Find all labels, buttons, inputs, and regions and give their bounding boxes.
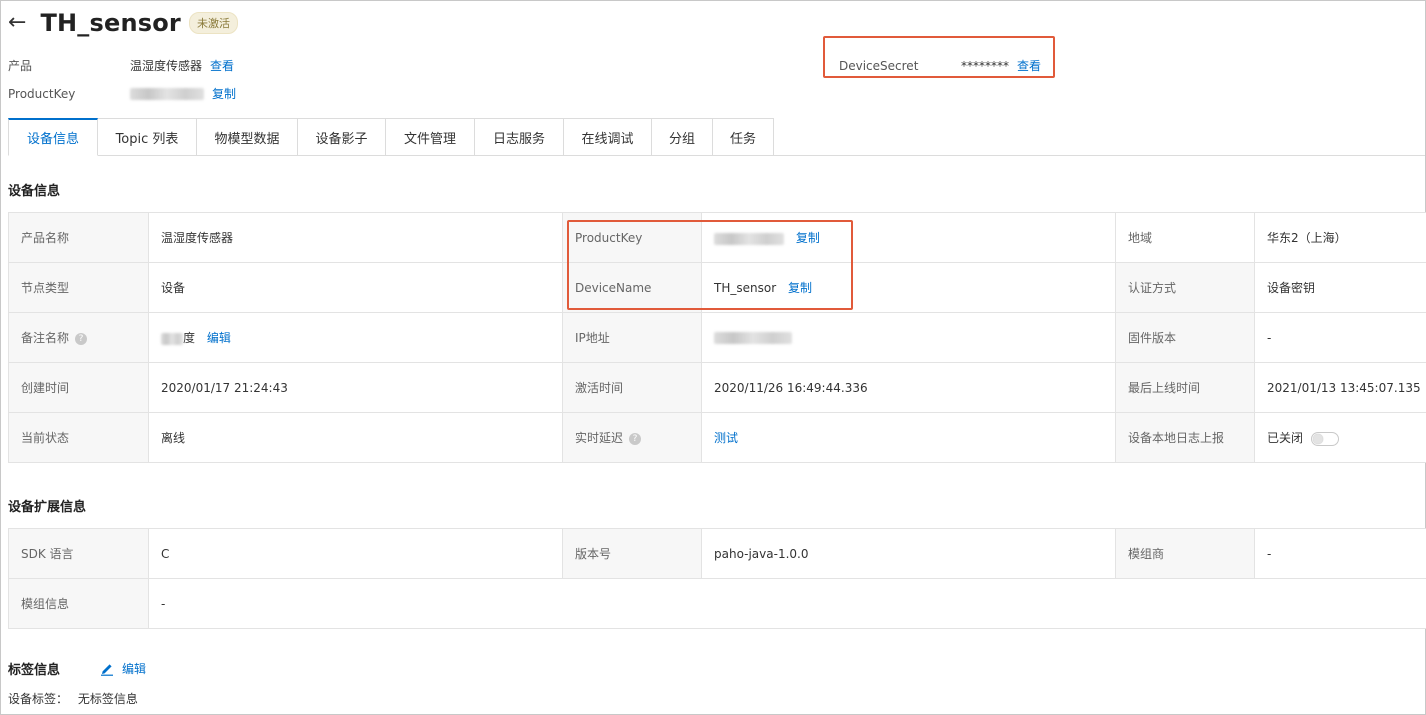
remark-label-cell: 备注名称? [8, 312, 149, 363]
page-title: TH_sensor [40, 9, 181, 37]
tab-task[interactable]: 任务 [713, 118, 774, 156]
table-row: 产品名称 温湿度传感器 ProductKey 复制 地域 华东2（上海） [8, 212, 1426, 263]
tab-file-management[interactable]: 文件管理 [386, 118, 475, 156]
tab-group[interactable]: 分组 [652, 118, 713, 156]
ext-info-table: SDK 语言 C 版本号 paho-java-1.0.0 模组商 - 模组信息 … [8, 528, 1426, 629]
copy-productkey-link[interactable]: 复制 [796, 231, 820, 245]
version-label: 版本号 [562, 528, 702, 579]
table-row: 创建时间 2020/01/17 21:24:43 激活时间 2020/11/26… [8, 362, 1426, 413]
latency-label-cell: 实时延迟? [562, 412, 702, 463]
remark-value-suffix: 度 [183, 331, 196, 345]
ip-label: IP地址 [562, 312, 702, 363]
module-info-label: 模组信息 [8, 578, 149, 629]
latency-label: 实时延迟 [575, 431, 624, 445]
firmware-label: 固件版本 [1115, 312, 1255, 363]
tags-title: 标签信息 [8, 663, 61, 678]
tab-thing-model-data[interactable]: 物模型数据 [197, 118, 298, 156]
tags-header: 标签信息 编辑 [8, 659, 146, 678]
page-header: ← TH_sensor 未激活 [8, 6, 238, 40]
devicesecret-label: DeviceSecret [839, 58, 919, 73]
created-label: 创建时间 [8, 362, 149, 413]
meta-product-row: 产品 温湿度传感器 查看 [8, 57, 234, 74]
status-value: 离线 [148, 412, 563, 463]
meta-productkey-row: ProductKey 复制 [8, 85, 236, 102]
local-log-value: 已关闭 [1267, 431, 1304, 445]
table-row: SDK 语言 C 版本号 paho-java-1.0.0 模组商 - [8, 528, 1426, 579]
region-value: 华东2（上海） [1254, 212, 1426, 263]
productkey-label: ProductKey [562, 212, 702, 263]
module-info-value: - [148, 578, 1426, 629]
arrow-left-icon[interactable]: ← [8, 12, 26, 34]
view-product-link[interactable]: 查看 [210, 57, 234, 74]
latency-cell: 测试 [701, 412, 1116, 463]
product-name-value: 温湿度传感器 [148, 212, 563, 263]
activated-label: 激活时间 [562, 362, 702, 413]
devicename-label: DeviceName [562, 262, 702, 313]
tab-topic-list[interactable]: Topic 列表 [98, 118, 197, 156]
copy-productkey-link[interactable]: 复制 [212, 85, 236, 102]
tab-online-debug[interactable]: 在线调试 [564, 118, 652, 156]
productkey-redacted [714, 232, 784, 245]
productkey-cell: 复制 [701, 212, 1116, 263]
auth-value: 设备密钥 [1254, 262, 1426, 313]
productkey-redacted [130, 87, 204, 100]
devicesecret-row: DeviceSecret ******** 查看 [839, 57, 1041, 74]
product-name-label: 产品名称 [8, 212, 149, 263]
edit-tags-link[interactable]: 编辑 [122, 660, 146, 677]
last-online-value: 2021/01/13 13:45:07.135 [1254, 362, 1426, 413]
ip-redacted [714, 332, 792, 344]
created-value: 2020/01/17 21:24:43 [148, 362, 563, 413]
version-value: paho-java-1.0.0 [701, 528, 1116, 579]
module-vendor-value: - [1254, 528, 1426, 579]
device-tags-row: 设备标签： 无标签信息 [8, 690, 138, 707]
node-type-label: 节点类型 [8, 262, 149, 313]
table-row: 当前状态 离线 实时延迟? 测试 设备本地日志上报 已关闭 [8, 412, 1426, 463]
productkey-label: ProductKey [8, 86, 76, 101]
device-info-title: 设备信息 [8, 184, 61, 199]
help-icon[interactable]: ? [629, 432, 642, 445]
status-label: 当前状态 [8, 412, 149, 463]
activated-value: 2020/11/26 16:49:44.336 [701, 362, 1116, 413]
last-online-label: 最后上线时间 [1115, 362, 1255, 413]
node-type-value: 设备 [148, 262, 563, 313]
table-row: 备注名称? 度 编辑 IP地址 固件版本 - [8, 312, 1426, 363]
table-row: 模组信息 - [8, 578, 1426, 629]
devicename-value: TH_sensor [714, 281, 777, 295]
table-row: 节点类型 设备 DeviceName TH_sensor 复制 认证方式 设备密… [8, 262, 1426, 313]
tab-device-info[interactable]: 设备信息 [8, 118, 98, 156]
auth-label: 认证方式 [1115, 262, 1255, 313]
tab-log-service[interactable]: 日志服务 [475, 118, 564, 156]
product-value: 温湿度传感器 [130, 59, 203, 73]
sdk-value: C [148, 528, 563, 579]
product-label: 产品 [8, 59, 33, 73]
device-tags-label: 设备标签： [8, 692, 69, 706]
remark-cell: 度 编辑 [148, 312, 563, 363]
device-info-table: 产品名称 温湿度传感器 ProductKey 复制 地域 华东2（上海） 节点类… [8, 212, 1426, 463]
copy-devicename-link[interactable]: 复制 [788, 281, 812, 295]
help-icon[interactable]: ? [75, 332, 88, 345]
tab-device-shadow[interactable]: 设备影子 [298, 118, 386, 156]
status-badge: 未激活 [188, 12, 238, 34]
device-tags-value: 无标签信息 [77, 692, 138, 706]
edit-remark-link[interactable]: 编辑 [207, 331, 231, 345]
region-label: 地域 [1115, 212, 1255, 263]
local-log-toggle[interactable] [1311, 431, 1340, 446]
ext-info-title: 设备扩展信息 [8, 500, 87, 515]
firmware-value: - [1254, 312, 1426, 363]
ip-cell [701, 312, 1116, 363]
pencil-icon[interactable] [100, 662, 114, 676]
devicename-cell: TH_sensor 复制 [701, 262, 1116, 313]
remark-redacted [161, 332, 183, 345]
local-log-cell: 已关闭 [1254, 412, 1426, 463]
view-devicesecret-link[interactable]: 查看 [1017, 57, 1041, 74]
module-vendor-label: 模组商 [1115, 528, 1255, 579]
devicesecret-value: ******** [961, 58, 1009, 73]
test-latency-link[interactable]: 测试 [714, 431, 738, 445]
sdk-label: SDK 语言 [8, 528, 149, 579]
remark-label: 备注名称 [21, 331, 70, 345]
local-log-label: 设备本地日志上报 [1115, 412, 1255, 463]
tab-bar: 设备信息 Topic 列表 物模型数据 设备影子 文件管理 日志服务 在线调试 … [8, 118, 774, 156]
